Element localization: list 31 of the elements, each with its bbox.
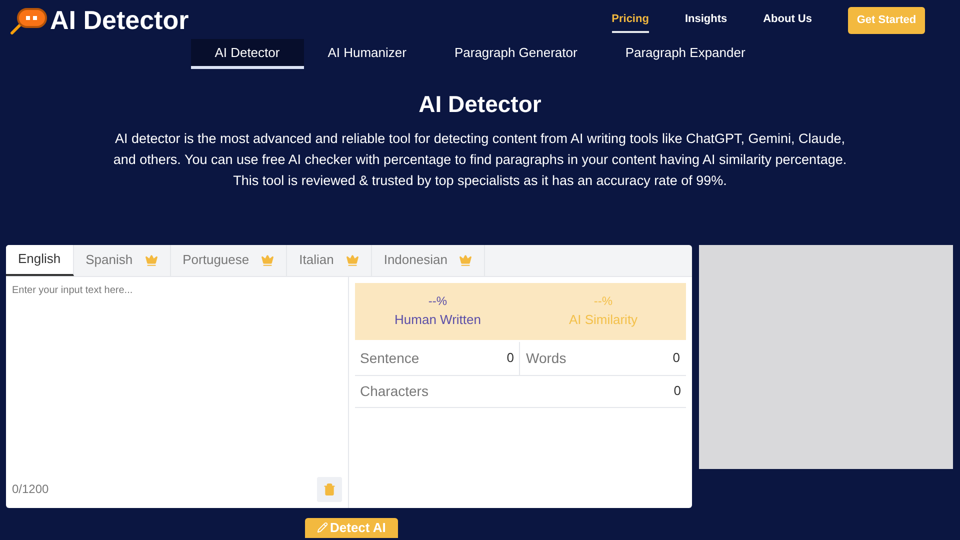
logo-icon xyxy=(8,5,48,35)
pencil-icon xyxy=(317,522,328,533)
language-tab[interactable]: Spanish xyxy=(74,244,171,276)
tool-tab[interactable]: AI Detector xyxy=(190,39,304,69)
stat-value: 0 xyxy=(674,382,681,400)
input-field[interactable]: Enter your input text here... xyxy=(6,276,348,476)
logo[interactable]: AI Detector xyxy=(50,0,189,40)
page-title: AI Detector xyxy=(418,90,542,119)
stat-label: Sentence xyxy=(360,348,420,368)
ai-percentage: --% xyxy=(594,293,613,310)
human-label: Human Written xyxy=(394,311,481,330)
stat-value: 0 xyxy=(672,349,680,368)
human-percentage: --% xyxy=(428,293,448,310)
trash-icon xyxy=(323,482,336,496)
stat-label: Characters xyxy=(360,382,428,400)
description: AI detector is the most advanced and reliable tool for detecting content from AI writing tools like ChatGPT, Gemini, Claude, and others. You can use free AI checker with percentage to find paragraphs in your content having AI similarity percentage. This tool is reviewed & trusted by top specialists as it has an accuracy rate of 99%. xyxy=(112,130,848,190)
tool-tab[interactable]: AI Humanizer xyxy=(304,39,430,69)
tool-tab[interactable]: Paragraph Generator xyxy=(430,39,602,69)
stat-label: Words xyxy=(526,348,566,368)
language-tab[interactable]: Italian xyxy=(287,244,372,276)
language-tab[interactable]: English xyxy=(6,244,74,276)
language-tab[interactable]: Portuguese xyxy=(170,244,288,276)
nav-link[interactable]: Pricing xyxy=(612,6,649,34)
nav-link[interactable]: About Us xyxy=(763,6,812,34)
nav-link[interactable]: Insights xyxy=(684,6,728,34)
ai-label: AI Similarity xyxy=(568,311,638,330)
language-tab[interactable]: Indonesian xyxy=(372,244,486,276)
tool-tab[interactable]: Paragraph Expander xyxy=(601,39,770,69)
delete-button[interactable] xyxy=(317,476,342,502)
character-counter: 0/1200 xyxy=(12,481,49,498)
stat-value: 0 xyxy=(506,349,514,368)
